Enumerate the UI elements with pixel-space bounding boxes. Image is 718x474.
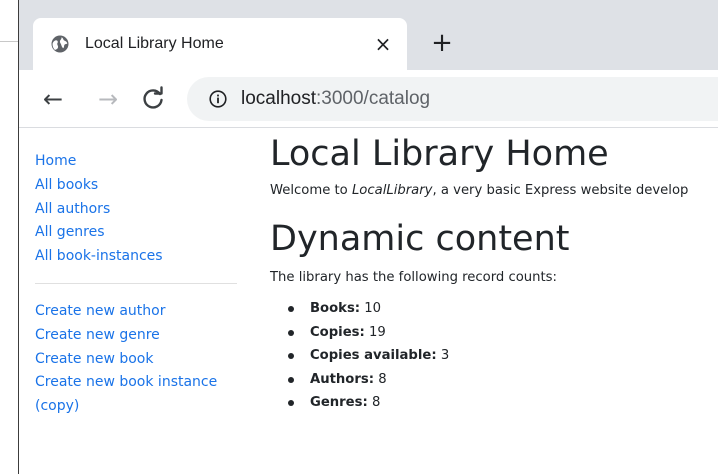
sidebar-nav: Home All books All authors All genres Al…	[35, 150, 240, 419]
new-tab-plus-icon[interactable]: +	[429, 30, 455, 56]
reload-icon[interactable]	[139, 85, 167, 113]
page-content: Home All books All authors All genres Al…	[19, 128, 718, 474]
intro-after: , a very basic Express website develop	[432, 183, 689, 198]
count-label: Authors:	[310, 371, 374, 387]
tab-local-library[interactable]: Local Library Home ×	[33, 18, 407, 70]
count-value: 19	[368, 324, 386, 340]
counts-lead: The library has the following record cou…	[270, 270, 557, 285]
sidebar-link-all-genres[interactable]: All genres	[35, 221, 240, 245]
sidebar-link-create-book-instance[interactable]: Create new book instance	[35, 371, 240, 395]
count-label: Copies:	[310, 324, 365, 340]
tab-title: Local Library Home	[85, 35, 224, 52]
list-item: Copies: 19	[288, 321, 718, 345]
count-value: 3	[440, 348, 450, 364]
sidebar-link-all-book-instances[interactable]: All book-instances	[35, 245, 240, 269]
section-title: Dynamic content	[270, 219, 570, 259]
list-item: Genres: 8	[288, 391, 718, 415]
count-value: 8	[371, 395, 381, 411]
list-item: Copies available: 3	[288, 344, 718, 368]
sidebar-link-create-author[interactable]: Create new author	[35, 300, 240, 324]
list-item: Authors: 8	[288, 368, 718, 392]
page-title: Local Library Home	[270, 134, 609, 174]
forward-arrow-icon[interactable]: →	[94, 85, 122, 113]
bullet-icon	[288, 306, 294, 312]
address-bar[interactable]: localhost:3000/catalog	[187, 77, 718, 121]
bullet-icon	[288, 400, 294, 407]
globe-icon	[51, 35, 69, 53]
bullet-icon	[288, 329, 294, 336]
count-label: Genres:	[310, 395, 368, 411]
sidebar-link-create-book-instance-copy[interactable]: (copy)	[35, 395, 240, 419]
sidebar-link-create-book[interactable]: Create new book	[35, 348, 240, 372]
intro-before: Welcome to	[270, 183, 352, 198]
desktop-divider	[0, 41, 18, 42]
browser-toolbar: ← → localhost:3000/catalog	[19, 70, 718, 128]
address-url[interactable]: localhost:3000/catalog	[241, 87, 430, 111]
count-value: 10	[364, 301, 382, 316]
count-label: Copies available:	[310, 348, 437, 364]
sidebar-link-all-books[interactable]: All books	[35, 174, 240, 198]
record-counts-list: Books: 10 Copies: 19 Copies available: 3…	[270, 297, 718, 415]
url-path: :3000/catalog	[316, 88, 431, 109]
sidebar-divider	[35, 282, 237, 284]
list-item: Books: 10	[288, 297, 718, 321]
count-label: Books:	[310, 301, 361, 316]
intro-text: Welcome to LocalLibrary, a very basic Ex…	[270, 182, 718, 200]
sidebar-link-home[interactable]: Home	[35, 150, 240, 174]
sidebar-link-all-authors[interactable]: All authors	[35, 198, 240, 222]
tab-close-icon[interactable]: ×	[371, 32, 395, 56]
tab-strip: Local Library Home × +	[19, 0, 718, 70]
browser-window: Local Library Home × + ← → localhost:300…	[18, 0, 718, 474]
bullet-icon	[288, 376, 294, 383]
sidebar-link-create-genre[interactable]: Create new genre	[35, 324, 240, 348]
main-content: Local Library Home Welcome to LocalLibra…	[270, 128, 718, 415]
info-icon[interactable]	[209, 90, 227, 108]
count-value: 8	[378, 371, 387, 387]
back-arrow-icon[interactable]: ←	[39, 85, 67, 113]
intro-site-name: LocalLibrary	[351, 183, 433, 198]
url-host: localhost	[241, 88, 316, 109]
bullet-icon	[288, 353, 294, 360]
